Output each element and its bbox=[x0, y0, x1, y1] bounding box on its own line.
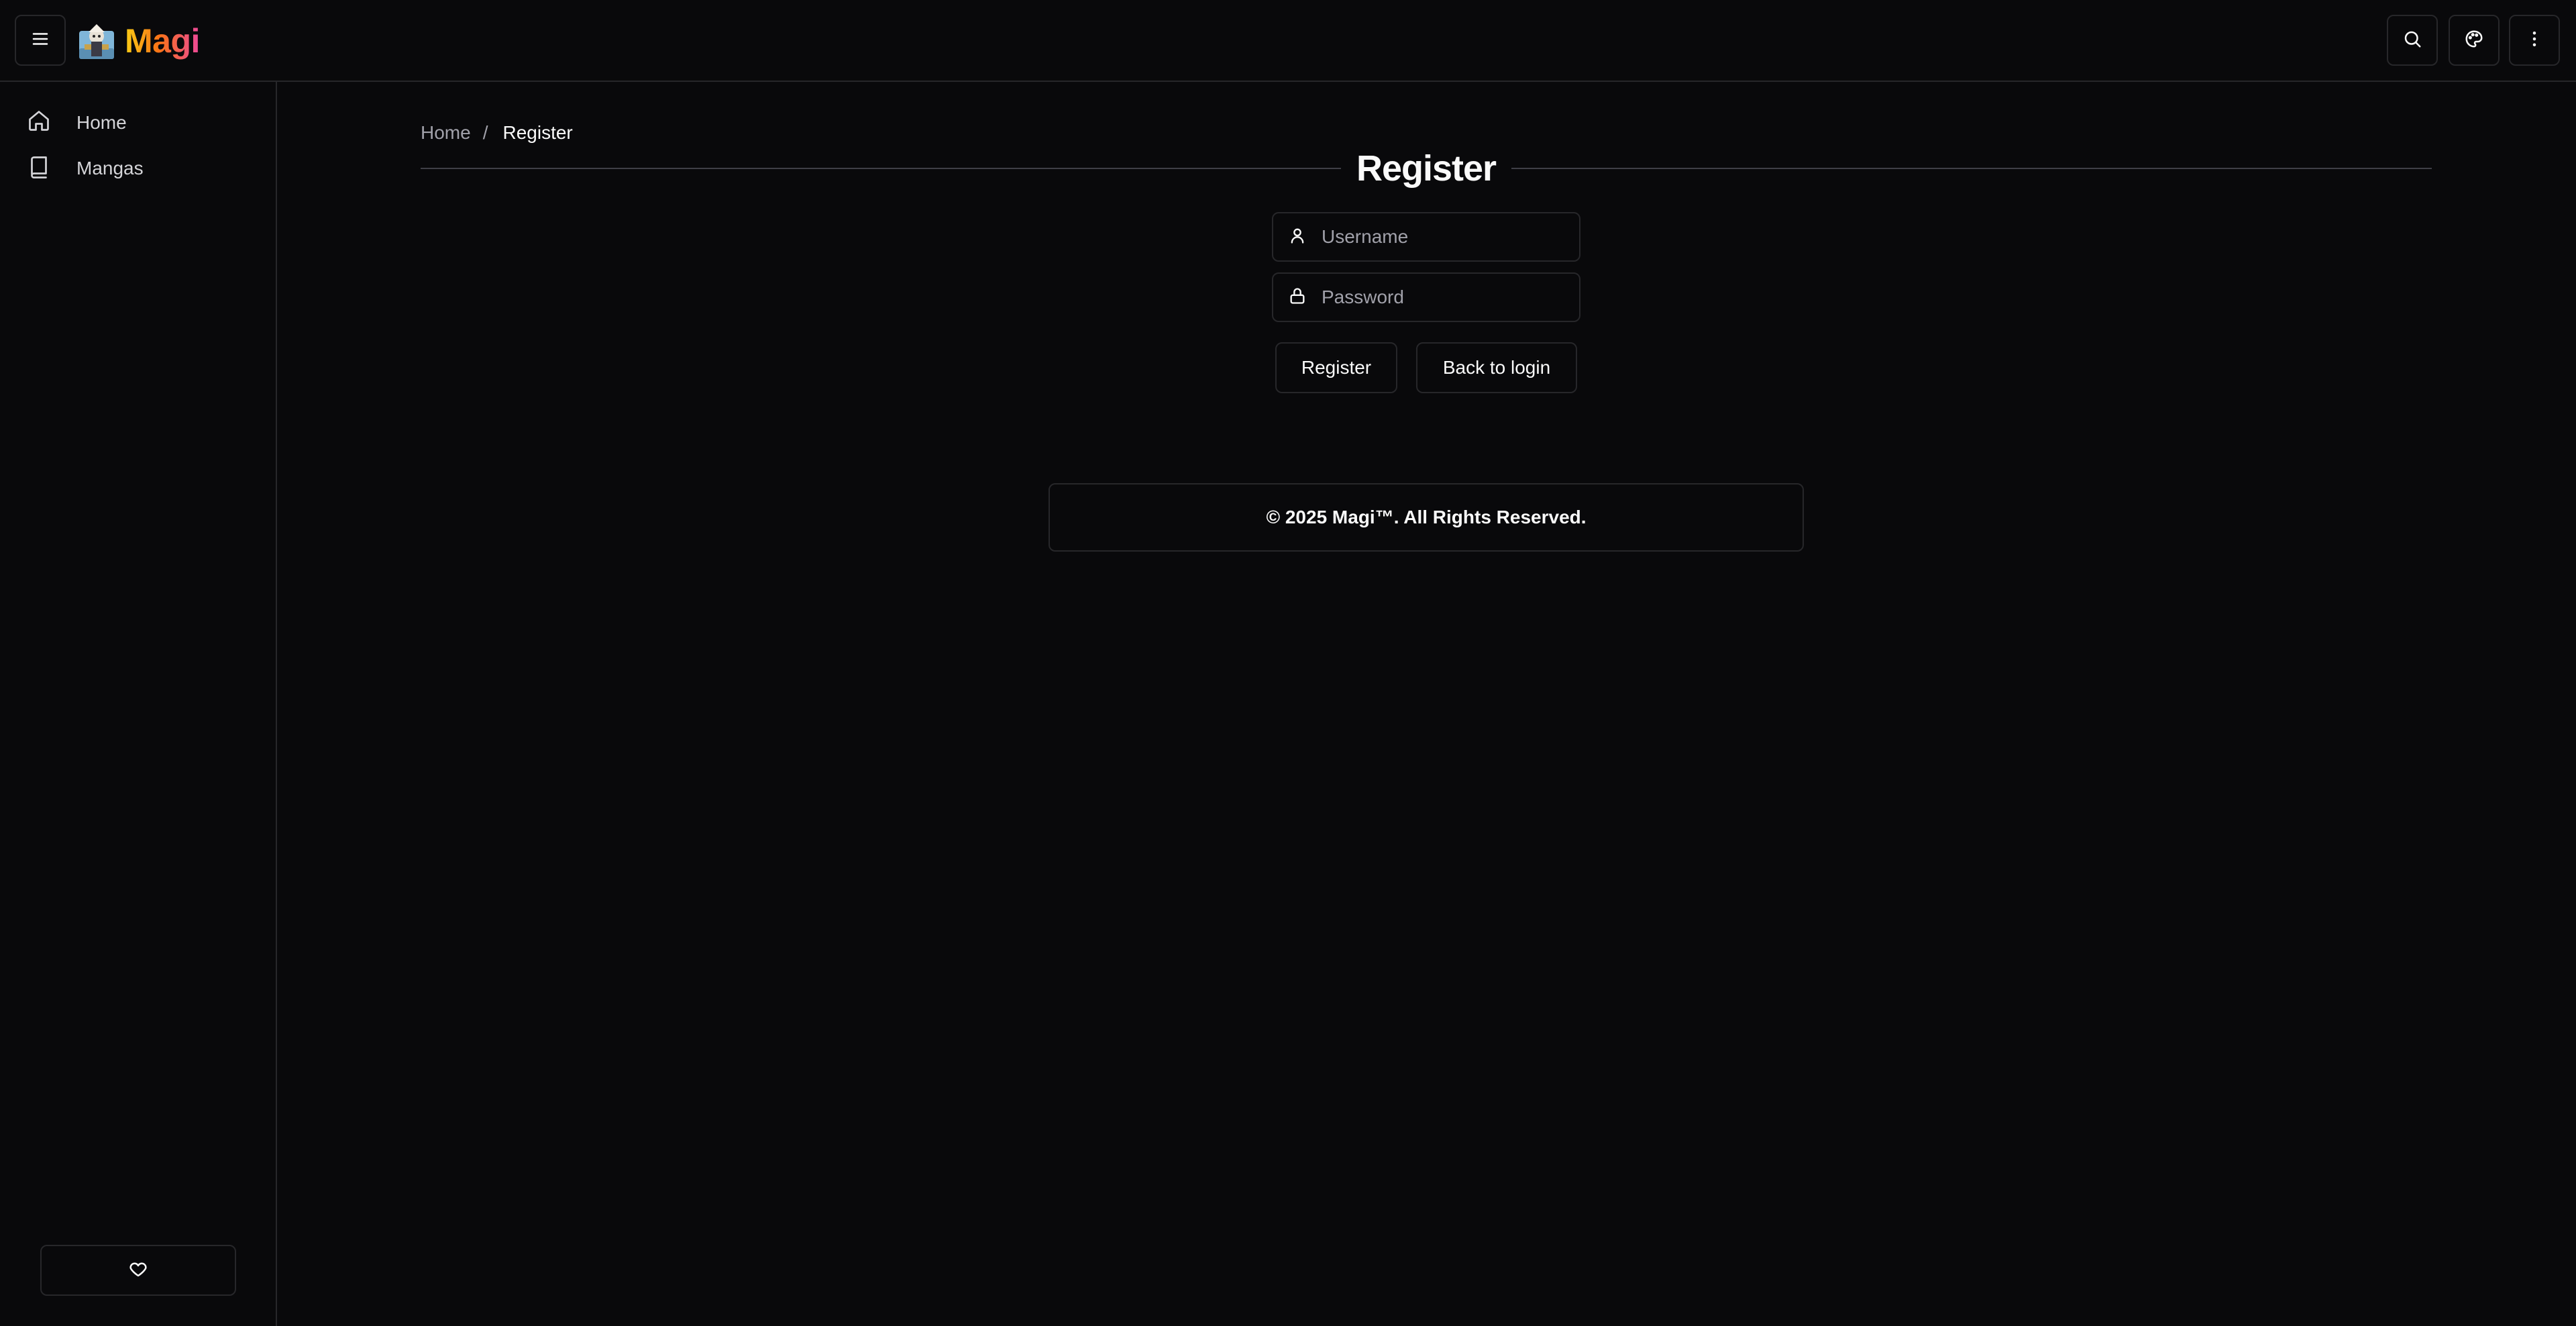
brand-name[interactable]: Magi bbox=[125, 17, 200, 64]
sidebar-item-home[interactable]: Home bbox=[27, 104, 248, 142]
top-header: Magi bbox=[0, 0, 2576, 82]
breadcrumb: Home / Register bbox=[421, 119, 573, 146]
menu-icon bbox=[30, 29, 50, 52]
search-icon bbox=[2402, 29, 2422, 52]
sidebar: Home Mangas bbox=[0, 82, 277, 1326]
title-divider-right bbox=[1511, 168, 2432, 169]
title-row: Register bbox=[421, 145, 2432, 192]
palette-icon bbox=[2464, 29, 2484, 52]
user-icon bbox=[1288, 226, 1322, 248]
page-title: Register bbox=[1356, 148, 1497, 189]
lock-icon bbox=[1288, 287, 1322, 309]
password-input[interactable] bbox=[1322, 287, 1563, 308]
sidebar-item-label: Home bbox=[76, 112, 127, 133]
back-to-login-button[interactable]: Back to login bbox=[1416, 342, 1577, 393]
home-icon bbox=[27, 109, 76, 138]
theme-button[interactable] bbox=[2449, 15, 2500, 66]
favorites-button[interactable] bbox=[40, 1245, 236, 1296]
menu-button[interactable] bbox=[15, 15, 66, 66]
breadcrumb-separator: / bbox=[482, 122, 488, 143]
heart-icon bbox=[128, 1259, 148, 1282]
copyright-text: © 2025 Magi™. All Rights Reserved. bbox=[1266, 507, 1587, 527]
sidebar-item-label: Mangas bbox=[76, 158, 144, 178]
magi-logo[interactable] bbox=[76, 21, 117, 60]
footer: © 2025 Magi™. All Rights Reserved. bbox=[1049, 483, 1804, 552]
book-icon bbox=[27, 154, 76, 183]
breadcrumb-home-link[interactable]: Home bbox=[421, 119, 471, 146]
title-divider-left bbox=[421, 168, 1341, 169]
password-field[interactable] bbox=[1272, 272, 1580, 322]
username-field[interactable] bbox=[1272, 212, 1580, 262]
username-input[interactable] bbox=[1322, 226, 1563, 248]
breadcrumb-current: Register bbox=[502, 122, 573, 143]
more-options-button[interactable] bbox=[2509, 15, 2560, 66]
sidebar-item-mangas[interactable]: Mangas bbox=[27, 150, 248, 187]
search-button[interactable] bbox=[2387, 15, 2438, 66]
register-button[interactable]: Register bbox=[1275, 342, 1397, 393]
more-vertical-icon bbox=[2524, 29, 2544, 52]
